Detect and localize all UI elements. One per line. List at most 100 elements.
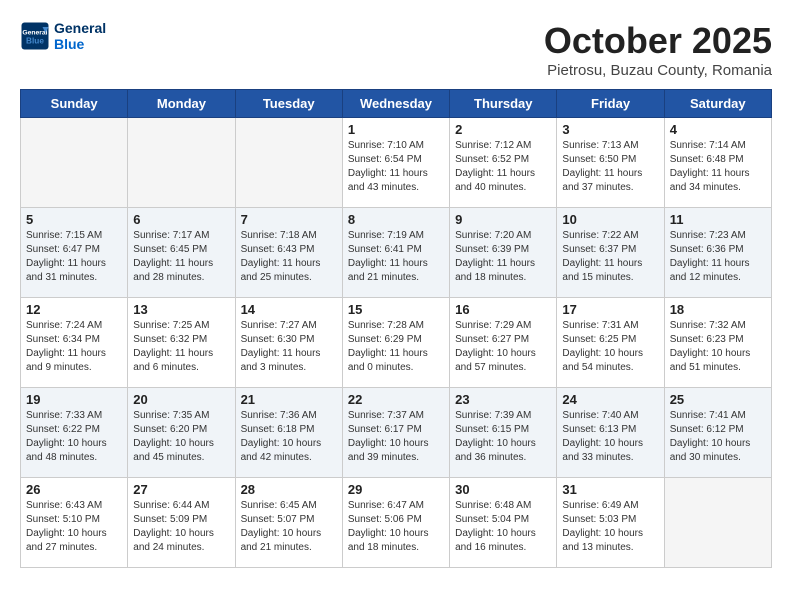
logo-text: General Blue xyxy=(54,20,106,52)
calendar-day-empty xyxy=(664,478,771,568)
date-number: 6 xyxy=(133,212,229,227)
cell-info: Sunrise: 7:10 AM Sunset: 6:54 PM Dayligh… xyxy=(348,139,444,195)
calendar-day-6: 6 Sunrise: 7:17 AM Sunset: 6:45 PM Daylig… xyxy=(128,208,235,298)
logo-icon: General Blue xyxy=(20,21,50,51)
cell-info: Sunrise: 7:18 AM Sunset: 6:43 PM Dayligh… xyxy=(241,229,337,285)
calendar-week-4: 19 Sunrise: 7:33 AM Sunset: 6:22 PM Dayli… xyxy=(21,388,772,478)
calendar-day-16: 16Sunrise: 7:29 AM Sunset: 6:27 PM Dayli… xyxy=(450,298,557,388)
calendar-day-28: 28 Sunrise: 6:45 AM Sunset: 5:07 PM Dayli… xyxy=(235,478,342,568)
cell-info: Sunrise: 6:47 AM Sunset: 5:06 PM Dayligh… xyxy=(348,499,444,555)
date-number: 26 xyxy=(26,482,122,497)
title-area: October 2025 Pietrosu, Buzau County, Rom… xyxy=(544,20,772,79)
calendar-day-21: 21 Sunrise: 7:36 AM Sunset: 6:18 PM Dayli… xyxy=(235,388,342,478)
date-number: 23 xyxy=(455,392,551,407)
weekday-header-sunday: Sunday xyxy=(21,90,128,118)
calendar-week-5: 26 Sunrise: 6:43 AM Sunset: 5:10 PM Dayli… xyxy=(21,478,772,568)
calendar-day-20: 20 Sunrise: 7:35 AM Sunset: 6:20 PM Dayli… xyxy=(128,388,235,478)
calendar-table: SundayMondayTuesdayWednesdayThursdayFrid… xyxy=(20,89,772,568)
calendar-day-23: 23 Sunrise: 7:39 AM Sunset: 6:15 PM Dayli… xyxy=(450,388,557,478)
date-number: 29 xyxy=(348,482,444,497)
cell-info: Sunrise: 7:20 AM Sunset: 6:39 PM Dayligh… xyxy=(455,229,551,285)
weekday-header-saturday: Saturday xyxy=(664,90,771,118)
date-number: 5 xyxy=(26,212,122,227)
date-number: 7 xyxy=(241,212,337,227)
calendar-day-empty xyxy=(235,118,342,208)
calendar-day-empty xyxy=(128,118,235,208)
weekday-header-friday: Friday xyxy=(557,90,664,118)
calendar-day-3: 3 Sunrise: 7:13 AM Sunset: 6:50 PM Daylig… xyxy=(557,118,664,208)
date-number: 25 xyxy=(670,392,766,407)
calendar-day-29: 29 Sunrise: 6:47 AM Sunset: 5:06 PM Dayli… xyxy=(342,478,449,568)
cell-info: Sunrise: 7:35 AM Sunset: 6:20 PM Dayligh… xyxy=(133,409,229,465)
weekday-header-thursday: Thursday xyxy=(450,90,557,118)
calendar-day-1: 1Sunrise: 7:10 AM Sunset: 6:54 PM Daylig… xyxy=(342,118,449,208)
calendar-week-3: 12 Sunrise: 7:24 AM Sunset: 6:34 PM Dayli… xyxy=(21,298,772,388)
calendar-day-30: 30 Sunrise: 6:48 AM Sunset: 5:04 PM Dayli… xyxy=(450,478,557,568)
calendar-day-7: 7 Sunrise: 7:18 AM Sunset: 6:43 PM Daylig… xyxy=(235,208,342,298)
date-number: 19 xyxy=(26,392,122,407)
cell-info: Sunrise: 6:44 AM Sunset: 5:09 PM Dayligh… xyxy=(133,499,229,555)
calendar-day-9: 9 Sunrise: 7:20 AM Sunset: 6:39 PM Daylig… xyxy=(450,208,557,298)
date-number: 10 xyxy=(562,212,658,227)
calendar-day-18: 18Sunrise: 7:32 AM Sunset: 6:23 PM Dayli… xyxy=(664,298,771,388)
calendar-day-17: 17 Sunrise: 7:31 AM Sunset: 6:25 PM Dayli… xyxy=(557,298,664,388)
calendar-day-27: 27 Sunrise: 6:44 AM Sunset: 5:09 PM Dayli… xyxy=(128,478,235,568)
date-number: 28 xyxy=(241,482,337,497)
date-number: 27 xyxy=(133,482,229,497)
date-number: 12 xyxy=(26,302,122,317)
date-number: 20 xyxy=(133,392,229,407)
date-number: 14 xyxy=(241,302,337,317)
calendar-day-12: 12 Sunrise: 7:24 AM Sunset: 6:34 PM Dayli… xyxy=(21,298,128,388)
calendar-day-24: 24 Sunrise: 7:40 AM Sunset: 6:13 PM Dayli… xyxy=(557,388,664,478)
cell-info: Sunrise: 7:39 AM Sunset: 6:15 PM Dayligh… xyxy=(455,409,551,465)
calendar-day-14: 14 Sunrise: 7:27 AM Sunset: 6:30 PM Dayli… xyxy=(235,298,342,388)
calendar-day-31: 31 Sunrise: 6:49 AM Sunset: 5:03 PM Dayli… xyxy=(557,478,664,568)
date-number: 17 xyxy=(562,302,658,317)
cell-info: Sunrise: 7:27 AM Sunset: 6:30 PM Dayligh… xyxy=(241,319,337,375)
calendar-week-2: 5 Sunrise: 7:15 AM Sunset: 6:47 PM Daylig… xyxy=(21,208,772,298)
date-number: 4 xyxy=(670,122,766,137)
cell-info: Sunrise: 6:48 AM Sunset: 5:04 PM Dayligh… xyxy=(455,499,551,555)
cell-info: Sunrise: 7:28 AM Sunset: 6:29 PM Dayligh… xyxy=(348,319,444,375)
calendar-day-15: 15 Sunrise: 7:28 AM Sunset: 6:29 PM Dayli… xyxy=(342,298,449,388)
calendar-day-10: 10 Sunrise: 7:22 AM Sunset: 6:37 PM Dayli… xyxy=(557,208,664,298)
date-number: 9 xyxy=(455,212,551,227)
calendar-day-11: 11Sunrise: 7:23 AM Sunset: 6:36 PM Dayli… xyxy=(664,208,771,298)
cell-info: Sunrise: 7:12 AM Sunset: 6:52 PM Dayligh… xyxy=(455,139,551,195)
cell-info: Sunrise: 7:37 AM Sunset: 6:17 PM Dayligh… xyxy=(348,409,444,465)
cell-info: Sunrise: 7:40 AM Sunset: 6:13 PM Dayligh… xyxy=(562,409,658,465)
cell-info: Sunrise: 7:41 AM Sunset: 6:12 PM Dayligh… xyxy=(670,409,766,465)
date-number: 31 xyxy=(562,482,658,497)
location-subtitle: Pietrosu, Buzau County, Romania xyxy=(544,62,772,79)
calendar-day-4: 4Sunrise: 7:14 AM Sunset: 6:48 PM Daylig… xyxy=(664,118,771,208)
date-number: 15 xyxy=(348,302,444,317)
cell-info: Sunrise: 6:45 AM Sunset: 5:07 PM Dayligh… xyxy=(241,499,337,555)
date-number: 11 xyxy=(670,212,766,227)
date-number: 21 xyxy=(241,392,337,407)
cell-info: Sunrise: 7:25 AM Sunset: 6:32 PM Dayligh… xyxy=(133,319,229,375)
calendar-day-2: 2Sunrise: 7:12 AM Sunset: 6:52 PM Daylig… xyxy=(450,118,557,208)
date-number: 3 xyxy=(562,122,658,137)
cell-info: Sunrise: 7:36 AM Sunset: 6:18 PM Dayligh… xyxy=(241,409,337,465)
date-number: 30 xyxy=(455,482,551,497)
date-number: 22 xyxy=(348,392,444,407)
page-header: General Blue General Blue October 2025 P… xyxy=(20,20,772,79)
cell-info: Sunrise: 6:49 AM Sunset: 5:03 PM Dayligh… xyxy=(562,499,658,555)
cell-info: Sunrise: 7:31 AM Sunset: 6:25 PM Dayligh… xyxy=(562,319,658,375)
calendar-day-5: 5 Sunrise: 7:15 AM Sunset: 6:47 PM Daylig… xyxy=(21,208,128,298)
month-title: October 2025 xyxy=(544,20,772,62)
calendar-day-13: 13 Sunrise: 7:25 AM Sunset: 6:32 PM Dayli… xyxy=(128,298,235,388)
cell-info: Sunrise: 7:24 AM Sunset: 6:34 PM Dayligh… xyxy=(26,319,122,375)
calendar-day-26: 26 Sunrise: 6:43 AM Sunset: 5:10 PM Dayli… xyxy=(21,478,128,568)
calendar-day-empty xyxy=(21,118,128,208)
date-number: 13 xyxy=(133,302,229,317)
cell-info: Sunrise: 6:43 AM Sunset: 5:10 PM Dayligh… xyxy=(26,499,122,555)
calendar-day-8: 8Sunrise: 7:19 AM Sunset: 6:41 PM Daylig… xyxy=(342,208,449,298)
date-number: 24 xyxy=(562,392,658,407)
cell-info: Sunrise: 7:15 AM Sunset: 6:47 PM Dayligh… xyxy=(26,229,122,285)
cell-info: Sunrise: 7:33 AM Sunset: 6:22 PM Dayligh… xyxy=(26,409,122,465)
cell-info: Sunrise: 7:13 AM Sunset: 6:50 PM Dayligh… xyxy=(562,139,658,195)
cell-info: Sunrise: 7:22 AM Sunset: 6:37 PM Dayligh… xyxy=(562,229,658,285)
weekday-header-row: SundayMondayTuesdayWednesdayThursdayFrid… xyxy=(21,90,772,118)
cell-info: Sunrise: 7:17 AM Sunset: 6:45 PM Dayligh… xyxy=(133,229,229,285)
